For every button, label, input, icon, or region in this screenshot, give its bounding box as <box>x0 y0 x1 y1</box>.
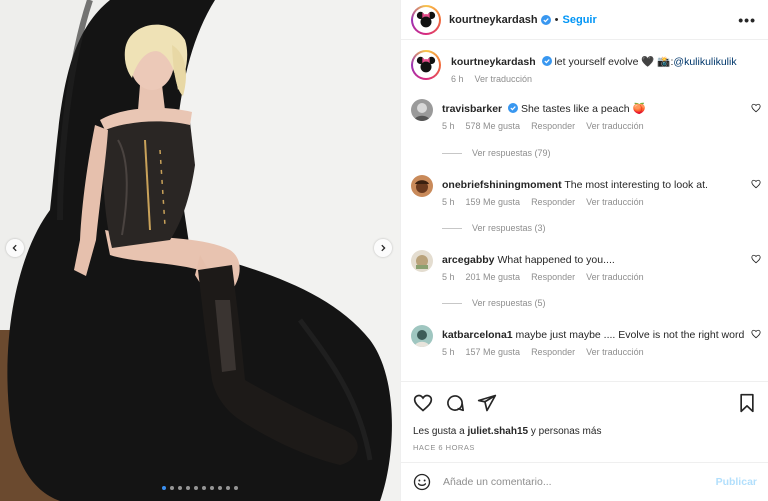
carousel-dot <box>162 486 166 490</box>
caption-time: 6 h <box>451 74 464 84</box>
comment-text: What happened to you.... <box>497 254 615 266</box>
comment-text: The most interesting to look at. <box>564 179 708 191</box>
translate-link[interactable]: Ver traducción <box>586 197 644 207</box>
header-separator: • <box>554 13 559 26</box>
like-comment-icon[interactable] <box>751 254 761 264</box>
view-replies-button[interactable]: Ver respuestas (5) <box>442 298 546 308</box>
comment-time: 5 h <box>442 272 455 282</box>
comment-username[interactable]: katbarcelona1 <box>442 329 513 341</box>
replies-label: Ver respuestas (5) <box>472 298 546 308</box>
verified-badge-icon <box>540 14 551 25</box>
comment-item: arcegabby What happened to you.... 5 h 2… <box>411 250 761 282</box>
like-comment-icon[interactable] <box>751 103 761 113</box>
author-avatar[interactable] <box>411 4 441 35</box>
comment-text: She tastes like a peach 🍑 <box>520 103 646 115</box>
caption-tag-link[interactable]: @kulikulikulik <box>673 56 736 68</box>
previous-photo-button[interactable] <box>6 239 24 257</box>
comment-likes[interactable]: 159 Me gusta <box>466 197 521 207</box>
minnie-mouse-icon <box>416 11 436 27</box>
commenter-avatar[interactable] <box>411 99 433 121</box>
minnie-mouse-icon <box>416 56 436 73</box>
likes-user-link[interactable]: juliet.shah15 <box>468 426 529 437</box>
verified-badge-icon <box>541 56 552 66</box>
like-comment-icon[interactable] <box>751 179 761 189</box>
post-actions: Les gusta a juliet.shah15 y personas más… <box>401 381 768 452</box>
replies-label: Ver respuestas (79) <box>472 148 551 158</box>
author-username[interactable]: kourtneykardash <box>449 14 538 26</box>
comment-time: 5 h <box>442 347 455 357</box>
post-header: kourtneykardash • Seguir ••• <box>401 0 768 40</box>
post-photo <box>0 0 400 501</box>
emoji-icon[interactable] <box>413 473 431 491</box>
post-time-ago: HACE 6 HORAS <box>413 443 475 452</box>
translate-link[interactable]: Ver traducción <box>586 272 644 282</box>
comment-item: travisbarker She tastes like a peach 🍑 5… <box>411 99 761 131</box>
comment-time: 5 h <box>442 197 455 207</box>
chevron-right-icon <box>381 244 386 252</box>
comment-username[interactable]: arcegabby <box>442 254 495 266</box>
comment-username[interactable]: onebriefshiningmoment <box>442 179 562 191</box>
translate-link[interactable]: Ver traducción <box>586 121 644 131</box>
likes-summary: Les gusta a juliet.shah15 y personas más <box>413 426 757 437</box>
post-sidebar: kourtneykardash • Seguir ••• kourtneykar… <box>400 0 768 501</box>
carousel-dot <box>194 486 198 490</box>
comment-item: onebriefshiningmoment The most interesti… <box>411 175 761 207</box>
commenter-avatar[interactable] <box>411 175 433 197</box>
verified-badge-icon <box>508 103 519 113</box>
carousel-dot <box>218 486 222 490</box>
view-replies-button[interactable]: Ver respuestas (3) <box>442 223 546 233</box>
carousel-dot <box>226 486 230 490</box>
comment-username[interactable]: travisbarker <box>442 103 502 115</box>
carousel-dot <box>210 486 214 490</box>
carousel-dot <box>234 486 238 490</box>
commenter-avatar[interactable] <box>411 325 433 347</box>
chevron-left-icon <box>12 244 17 252</box>
likes-suffix: y personas más <box>530 426 602 437</box>
reply-button[interactable]: Responder <box>531 121 575 131</box>
carousel-dot <box>186 486 190 490</box>
comment-likes[interactable]: 578 Me gusta <box>466 121 521 131</box>
caption-username[interactable]: kourtneykardash <box>451 56 536 68</box>
add-comment-bar: Publicar <box>401 462 768 501</box>
more-options-button[interactable]: ••• <box>738 12 756 28</box>
next-photo-button[interactable] <box>374 239 392 257</box>
caption-translate-link[interactable]: Ver traducción <box>475 74 533 84</box>
share-icon[interactable] <box>477 393 497 413</box>
post-image <box>0 0 400 501</box>
heart-icon[interactable] <box>413 393 433 413</box>
bookmark-icon[interactable] <box>737 393 757 413</box>
comments-list[interactable]: kourtneykardash let yourself evolve 🖤 📸:… <box>401 41 768 381</box>
comment-likes[interactable]: 157 Me gusta <box>466 347 521 357</box>
carousel-dot <box>170 486 174 490</box>
comment-icon[interactable] <box>445 393 465 413</box>
comment-time: 5 h <box>442 121 455 131</box>
commenter-avatar[interactable] <box>411 250 433 272</box>
follow-button[interactable]: Seguir <box>563 14 597 26</box>
carousel-indicator <box>0 486 400 490</box>
publish-button[interactable]: Publicar <box>716 476 757 488</box>
reply-button[interactable]: Responder <box>531 197 575 207</box>
translate-link[interactable]: Ver traducción <box>586 347 644 357</box>
reply-button[interactable]: Responder <box>531 347 575 357</box>
like-comment-icon[interactable] <box>751 329 761 339</box>
comment-likes[interactable]: 201 Me gusta <box>466 272 521 282</box>
comment-text: maybe just maybe .... Evolve is not the … <box>515 329 745 341</box>
carousel-dot <box>202 486 206 490</box>
post-caption: kourtneykardash let yourself evolve 🖤 📸:… <box>401 41 768 84</box>
replies-label: Ver respuestas (3) <box>472 223 546 233</box>
comment-input[interactable] <box>443 476 716 488</box>
caption-text: let yourself evolve 🖤 📸: <box>554 56 674 68</box>
caption-avatar[interactable] <box>411 50 441 80</box>
carousel-dot <box>178 486 182 490</box>
comment-item: katbarcelona1 maybe just maybe .... Evol… <box>411 325 761 357</box>
reply-button[interactable]: Responder <box>531 272 575 282</box>
view-replies-button[interactable]: Ver respuestas (79) <box>442 148 551 158</box>
likes-prefix: Les gusta a <box>413 426 465 437</box>
